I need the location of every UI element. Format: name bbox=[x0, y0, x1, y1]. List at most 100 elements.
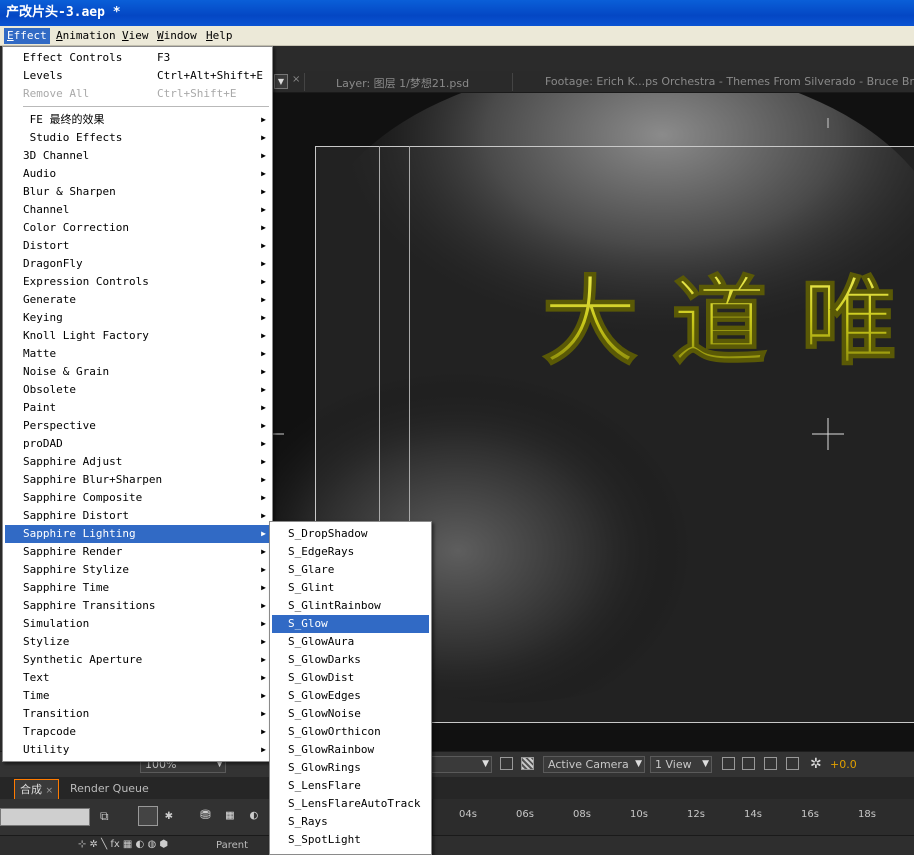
motion-blur-icon[interactable]: ▦ bbox=[226, 808, 234, 823]
time-ruler[interactable]: 04s 06s 08s 10s 12s 14s 16s 18s bbox=[432, 799, 914, 835]
comp-dropdown-arrow[interactable]: ▼ bbox=[274, 74, 288, 89]
menu-category-item[interactable]: Audio ▶ bbox=[5, 165, 270, 183]
menu-category-item[interactable]: Channel ▶ bbox=[5, 201, 270, 219]
tab-render-queue[interactable]: Render Queue bbox=[65, 779, 154, 799]
menu-category-item[interactable]: Transition ▶ bbox=[5, 705, 270, 723]
exposure-value[interactable]: +0.0 bbox=[830, 758, 857, 771]
menu-item-shortcut: Ctrl+Alt+Shift+E bbox=[157, 69, 263, 82]
menu-category-item[interactable]: Keying ▶ bbox=[5, 309, 270, 327]
menu-category-item[interactable]: Time ▶ bbox=[5, 687, 270, 705]
menu-category-item[interactable]: DragonFly ▶ bbox=[5, 255, 270, 273]
menu-category-item[interactable]: Sapphire Lighting ▶ bbox=[5, 525, 270, 543]
menu-category-item[interactable]: Perspective ▶ bbox=[5, 417, 270, 435]
submenu-item-label: S_Rays bbox=[288, 815, 328, 828]
menu-effect[interactable]: Effect bbox=[4, 28, 50, 44]
frame-blending-icon[interactable]: ⛃ bbox=[200, 808, 211, 823]
submenu-item-label: S_LensFlareAutoTrack bbox=[288, 797, 421, 810]
menu-category-item[interactable]: Noise & Grain ▶ bbox=[5, 363, 270, 381]
menu-animation[interactable]: Animation bbox=[53, 28, 119, 44]
toggle-pixel-aspect-icon[interactable] bbox=[722, 757, 735, 770]
menu-category-item[interactable]: Sapphire Adjust ▶ bbox=[5, 453, 270, 471]
submenu-item[interactable]: S_SpotLight bbox=[272, 831, 429, 849]
menu-category-item[interactable]: Synthetic Aperture ▶ bbox=[5, 651, 270, 669]
menu-category-item[interactable]: Matte ▶ bbox=[5, 345, 270, 363]
submenu-item[interactable]: S_Glint bbox=[272, 579, 429, 597]
menu-item-label: 3D Channel bbox=[23, 149, 90, 162]
flowchart-icon[interactable] bbox=[786, 757, 799, 770]
views-dropdown[interactable]: 1 View ▼ bbox=[650, 756, 712, 773]
menu-item-label: proDAD bbox=[23, 437, 63, 450]
hide-shy-layers-icon[interactable]: ✱ bbox=[165, 808, 173, 823]
menu-category-item[interactable]: 3D Channel ▶ bbox=[5, 147, 270, 165]
menu-category-item[interactable]: Sapphire Distort ▶ bbox=[5, 507, 270, 525]
submenu-item[interactable]: S_DropShadow bbox=[272, 525, 429, 543]
timeline-icon[interactable] bbox=[764, 757, 777, 770]
resolution-dropdown[interactable]: ▼ bbox=[430, 756, 492, 773]
menu-item-label: Sapphire Composite bbox=[23, 491, 143, 504]
submenu-item[interactable]: S_GlowRainbow bbox=[272, 741, 429, 759]
menu-item-label: Effect Controls bbox=[23, 51, 123, 64]
menu-category-item[interactable]: Studio Effects ▶ bbox=[5, 129, 270, 147]
submenu-item[interactable]: S_LensFlareAutoTrack bbox=[272, 795, 429, 813]
menu-category-item[interactable]: Knoll Light Factory ▶ bbox=[5, 327, 270, 345]
submenu-item-label: S_Glint bbox=[288, 581, 335, 594]
menu-category-item[interactable]: Trapcode ▶ bbox=[5, 723, 270, 741]
menu-category-item[interactable]: Color Correction ▶ bbox=[5, 219, 270, 237]
menu-category-item[interactable]: Distort ▶ bbox=[5, 237, 270, 255]
menu-category-item[interactable]: Blur & Sharpen ▶ bbox=[5, 183, 270, 201]
region-of-interest-icon[interactable] bbox=[500, 757, 513, 770]
menubar: Effect Animation View Window Help bbox=[0, 26, 914, 46]
close-tab-icon[interactable]: × bbox=[46, 786, 54, 796]
menu-category-item[interactable]: Text ▶ bbox=[5, 669, 270, 687]
menu-category-item[interactable]: Paint ▶ bbox=[5, 399, 270, 417]
menu-item-levels[interactable]: Levels Ctrl+Alt+Shift+E bbox=[5, 67, 270, 85]
exposure-icon[interactable]: ✲ bbox=[810, 756, 822, 772]
comp-mini-flowchart-icon[interactable]: ⧉ bbox=[100, 809, 109, 824]
menu-category-item[interactable]: Sapphire Composite ▶ bbox=[5, 489, 270, 507]
timeline-search-input[interactable] bbox=[0, 808, 90, 826]
menu-item-label: Stylize bbox=[23, 635, 70, 648]
fast-previews-icon[interactable] bbox=[742, 757, 755, 770]
submenu-item[interactable]: S_Rays bbox=[272, 813, 429, 831]
tab-layer[interactable]: Layer: 图层 1/梦想21.psd bbox=[336, 75, 469, 91]
camera-dropdown[interactable]: Active Camera ▼ bbox=[543, 756, 645, 773]
menu-category-item[interactable]: Sapphire Stylize ▶ bbox=[5, 561, 270, 579]
menu-view[interactable]: View bbox=[119, 28, 152, 44]
menu-window[interactable]: Window bbox=[154, 28, 200, 44]
tab-composition[interactable]: 合成 × bbox=[14, 779, 60, 799]
submenu-item[interactable]: S_GlowEdges bbox=[272, 687, 429, 705]
submenu-item[interactable]: S_GlowDist bbox=[272, 669, 429, 687]
draft-3d-icon[interactable] bbox=[138, 806, 158, 826]
submenu-item[interactable]: S_GlintRainbow bbox=[272, 597, 429, 615]
menu-category-item[interactable]: Generate ▶ bbox=[5, 291, 270, 309]
menu-category-item[interactable]: Sapphire Transitions ▶ bbox=[5, 597, 270, 615]
submenu-item[interactable]: S_LensFlare bbox=[272, 777, 429, 795]
menu-category-item[interactable]: Sapphire Blur+Sharpen ▶ bbox=[5, 471, 270, 489]
submenu-item[interactable]: S_Glare bbox=[272, 561, 429, 579]
menu-category-item[interactable]: Sapphire Time ▶ bbox=[5, 579, 270, 597]
graph-editor-icon[interactable]: ◐ bbox=[250, 808, 258, 823]
submenu-item-label: S_EdgeRays bbox=[288, 545, 355, 558]
menu-category-item[interactable]: Utility ▶ bbox=[5, 741, 270, 759]
menu-category-item[interactable]: Stylize ▶ bbox=[5, 633, 270, 651]
submenu-item[interactable]: S_EdgeRays bbox=[272, 543, 429, 561]
menu-category-item[interactable]: Expression Controls ▶ bbox=[5, 273, 270, 291]
submenu-arrow-icon: ▶ bbox=[261, 133, 266, 142]
menu-category-item[interactable]: proDAD ▶ bbox=[5, 435, 270, 453]
submenu-item[interactable]: S_Glow bbox=[272, 615, 429, 633]
menu-category-item[interactable]: Obsolete ▶ bbox=[5, 381, 270, 399]
submenu-item[interactable]: S_GlowNoise bbox=[272, 705, 429, 723]
submenu-item[interactable]: S_GlowOrthicon bbox=[272, 723, 429, 741]
menu-category-item[interactable]: FE 最终的效果 ▶ bbox=[5, 111, 270, 129]
menu-category-item[interactable]: Simulation ▶ bbox=[5, 615, 270, 633]
menu-category-item[interactable]: Sapphire Render ▶ bbox=[5, 543, 270, 561]
menu-item-effect-controls[interactable]: Effect Controls F3 bbox=[5, 49, 270, 67]
transparency-grid-icon[interactable] bbox=[521, 757, 534, 770]
submenu-item[interactable]: S_GlowDarks bbox=[272, 651, 429, 669]
submenu-item[interactable]: S_GlowRings bbox=[272, 759, 429, 777]
submenu-item[interactable]: S_GlowAura bbox=[272, 633, 429, 651]
close-tab-icon[interactable]: × bbox=[292, 74, 300, 85]
menu-item-label: Sapphire Distort bbox=[23, 509, 129, 522]
menu-help[interactable]: Help bbox=[203, 28, 236, 44]
tab-footage[interactable]: Footage: Erich K...ps Orchestra - Themes… bbox=[545, 75, 914, 88]
